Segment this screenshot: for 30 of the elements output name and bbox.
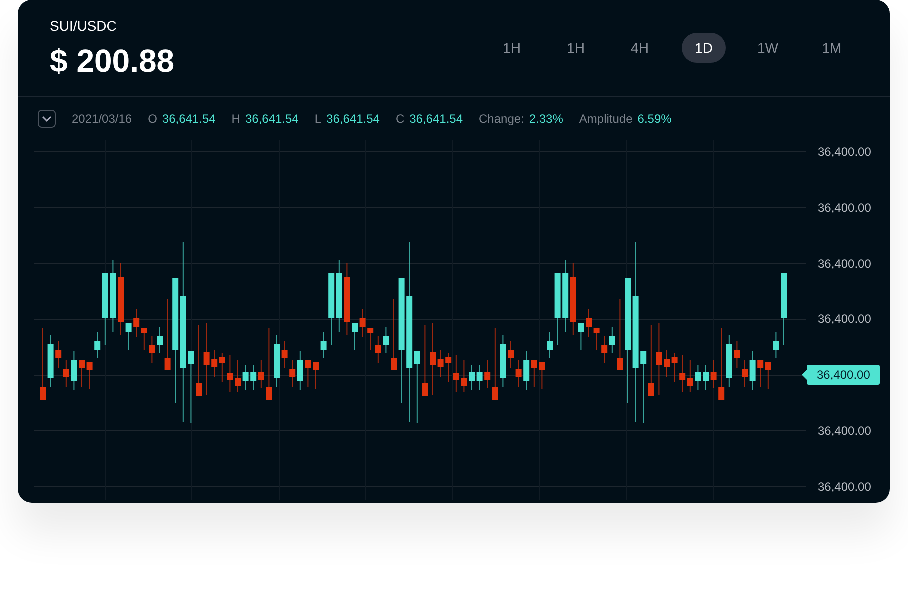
timeframe-tab[interactable]: 1D: [682, 33, 726, 63]
ohlc-label: H: [232, 110, 240, 128]
timeframe-tab[interactable]: 1M: [810, 33, 854, 63]
pair-name: SUI/USDC: [50, 17, 118, 35]
chevron-down-icon: [42, 116, 52, 122]
ohlc-label: L: [314, 110, 322, 128]
timeframe-tab[interactable]: 1H: [490, 33, 534, 63]
y-axis-label: 36,400.00: [817, 200, 872, 217]
y-axis-label: 36,400.00: [817, 256, 872, 273]
ohlc-value: 6.59%: [638, 110, 672, 128]
y-axis-label: 36,400.00: [817, 423, 872, 440]
current-price-tag: 36,400.00: [807, 365, 880, 386]
ohlc-label: Amplitude: [579, 110, 633, 128]
ohlc-value: 2.33%: [529, 110, 564, 128]
ohlc-value: 36,641.54: [245, 110, 299, 128]
timeframe-tab[interactable]: 1W: [746, 33, 790, 63]
ohlc-label: O: [148, 110, 158, 128]
y-axis-label: 36,400.00: [817, 144, 872, 161]
y-axis-label: 36,400.00: [817, 311, 872, 328]
timeframe-tab[interactable]: 4H: [618, 33, 662, 63]
ohlc-value: 36,641.54: [410, 110, 463, 128]
y-axis-label: 36,400.00: [817, 478, 872, 496]
dropdown-toggle[interactable]: [38, 110, 56, 128]
timeframe-tab[interactable]: 1H: [554, 33, 598, 63]
ohlc-label: Change:: [479, 110, 524, 128]
ohlc-value: 36,641.54: [326, 110, 380, 128]
ohlc-value: 36,641.54: [162, 110, 216, 128]
ohlc-label: C: [396, 110, 405, 128]
price-value: $ 200.88: [50, 42, 175, 81]
ohlc-date: 2021/03/16: [72, 110, 132, 128]
